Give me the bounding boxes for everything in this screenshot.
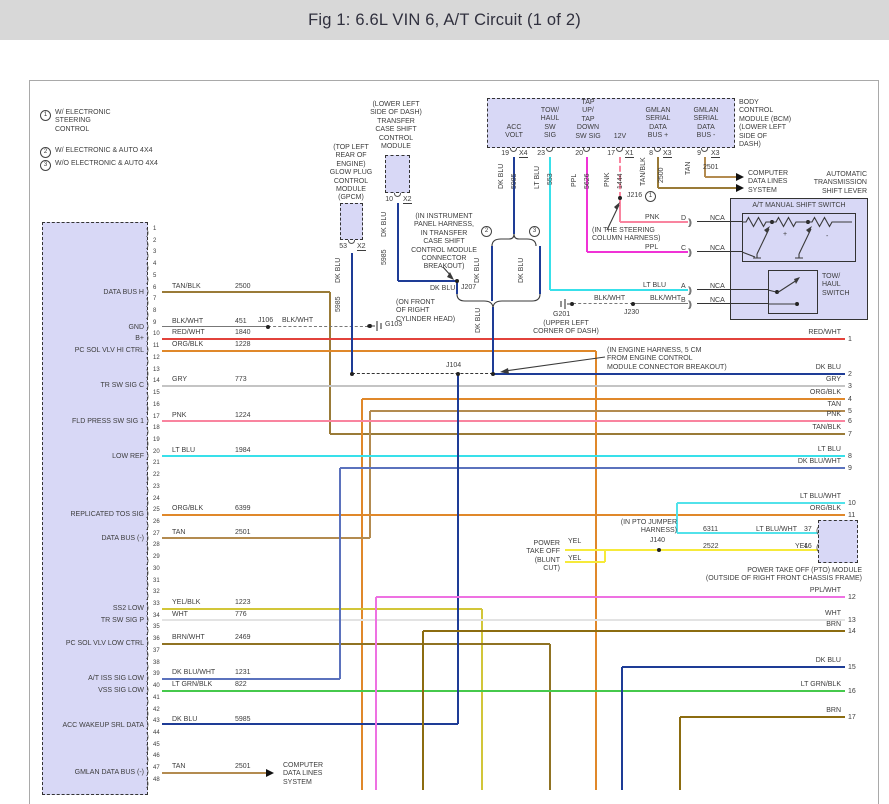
symbol-path <box>492 234 536 246</box>
ground-dot-icon <box>367 324 371 328</box>
symbol-path <box>742 218 852 227</box>
symbol-path <box>371 321 381 331</box>
symbol-path <box>457 294 540 307</box>
symbol-path <box>742 252 755 257</box>
arrowhead-icon <box>794 277 800 284</box>
symbol-path <box>561 299 571 309</box>
diagram-symbols-layer <box>0 0 889 804</box>
arrowhead-icon <box>500 368 509 374</box>
wiring-diagram-page: Fig 1: 6.6L VIN 6, A/T Circuit (1 of 2) … <box>0 0 889 804</box>
symbol-path <box>795 229 811 258</box>
symbol-path <box>505 357 605 371</box>
symbol-path <box>753 229 769 258</box>
symbol-path <box>768 280 797 304</box>
